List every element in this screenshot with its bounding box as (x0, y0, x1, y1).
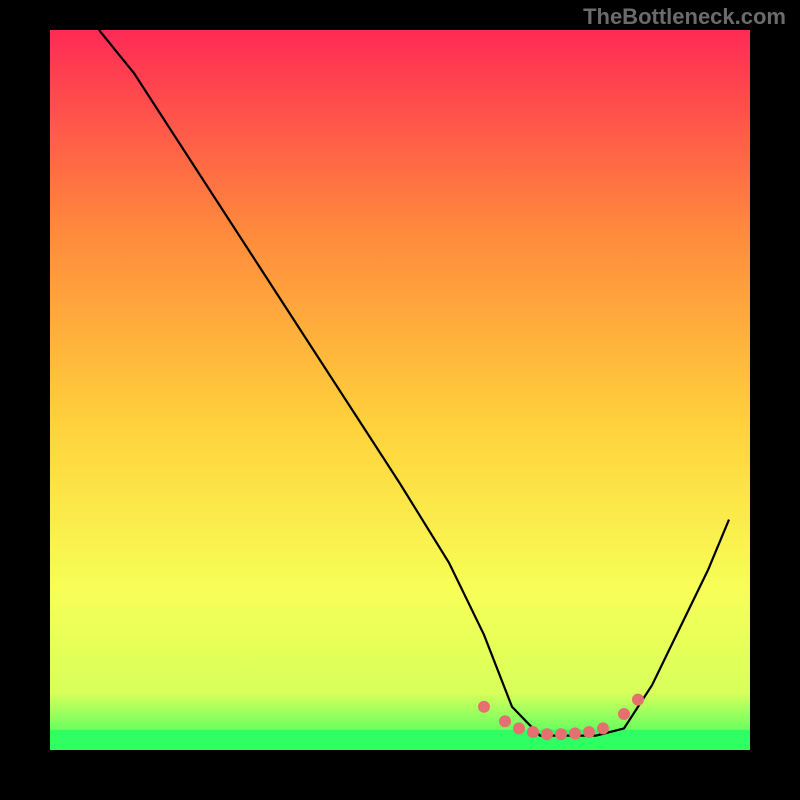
valley-dot (541, 728, 553, 740)
valley-dot (478, 701, 490, 713)
valley-dot (499, 715, 511, 727)
valley-dot (513, 722, 525, 734)
watermark-text: TheBottleneck.com (583, 4, 786, 30)
chart-frame: { "watermark": "TheBottleneck.com", "cha… (0, 0, 800, 800)
valley-dot (583, 726, 595, 738)
valley-dot (632, 694, 644, 706)
plot-gradient-background (50, 30, 750, 750)
valley-dot (569, 727, 581, 739)
valley-dot (555, 728, 567, 740)
bottleneck-chart (0, 0, 800, 800)
valley-dot (527, 726, 539, 738)
green-bottom-band (50, 730, 750, 750)
valley-dot (597, 722, 609, 734)
valley-dot (618, 708, 630, 720)
